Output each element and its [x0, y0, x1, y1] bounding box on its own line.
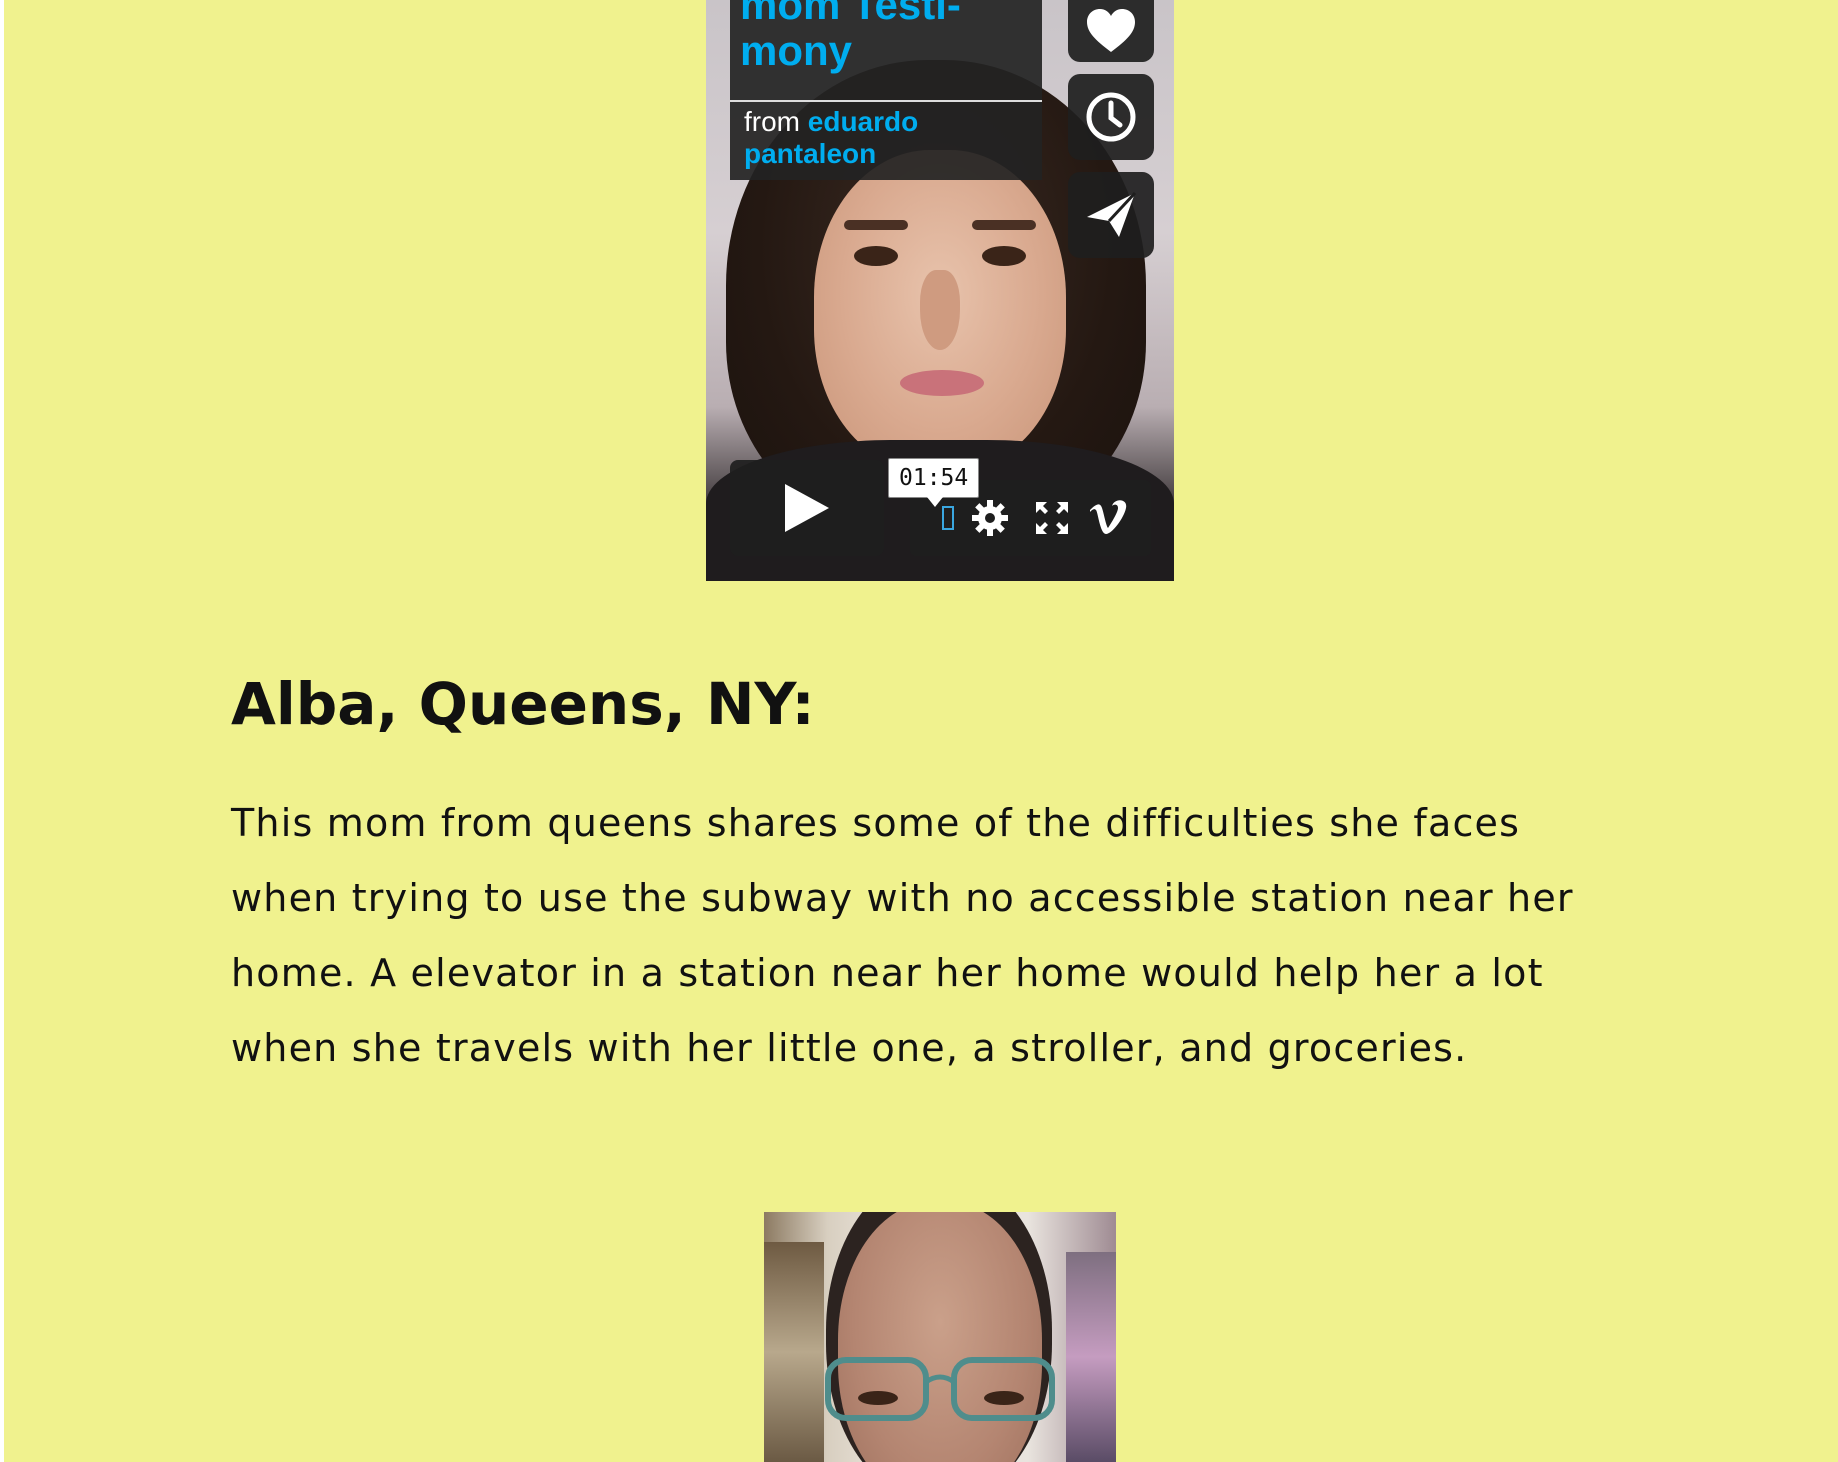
- play-button[interactable]: [730, 460, 884, 556]
- glasses-shape: [825, 1357, 1055, 1421]
- fullscreen-icon[interactable]: [1034, 500, 1070, 536]
- section-heading: Alba, Queens, NY:: [231, 670, 815, 738]
- video-title-overlay: mom Testi- mony from eduardo pantaleon: [730, 0, 1042, 180]
- gear-icon[interactable]: [970, 498, 1010, 538]
- like-button[interactable]: [1068, 0, 1154, 62]
- page-background: mom Testi- mony from eduardo pantaleon 0…: [4, 0, 1838, 1462]
- clock-icon: [1086, 92, 1136, 142]
- video-player-second[interactable]: [764, 1212, 1116, 1462]
- author-link-line2[interactable]: pantaleon: [744, 138, 876, 169]
- video-title-line2[interactable]: mony: [740, 27, 852, 74]
- vimeo-logo-icon[interactable]: [1088, 500, 1130, 536]
- time-tooltip: 01:54: [888, 458, 980, 507]
- video-byline: from eduardo pantaleon: [730, 102, 1042, 180]
- video-frame-face: [838, 1212, 1042, 1462]
- video-title[interactable]: mom Testi- mony: [730, 0, 1042, 100]
- video-frame-background-left: [764, 1242, 824, 1462]
- video-frame-background-right: [1066, 1252, 1116, 1462]
- progress-scrubber[interactable]: [942, 506, 954, 530]
- byline-from-label: from: [744, 106, 800, 137]
- video-player-mom-testimony[interactable]: mom Testi- mony from eduardo pantaleon 0…: [706, 0, 1174, 581]
- play-icon: [785, 484, 829, 532]
- share-button[interactable]: [1068, 172, 1154, 258]
- watch-later-button[interactable]: [1068, 74, 1154, 160]
- heart-icon: [1087, 9, 1135, 52]
- video-title-line1[interactable]: mom Testi-: [740, 0, 1032, 28]
- author-link-line1[interactable]: eduardo: [808, 106, 918, 137]
- section-description: This mom from queens shares some of the …: [231, 801, 1574, 1070]
- video-frame-face: [814, 150, 1066, 470]
- paper-plane-icon: [1087, 191, 1137, 237]
